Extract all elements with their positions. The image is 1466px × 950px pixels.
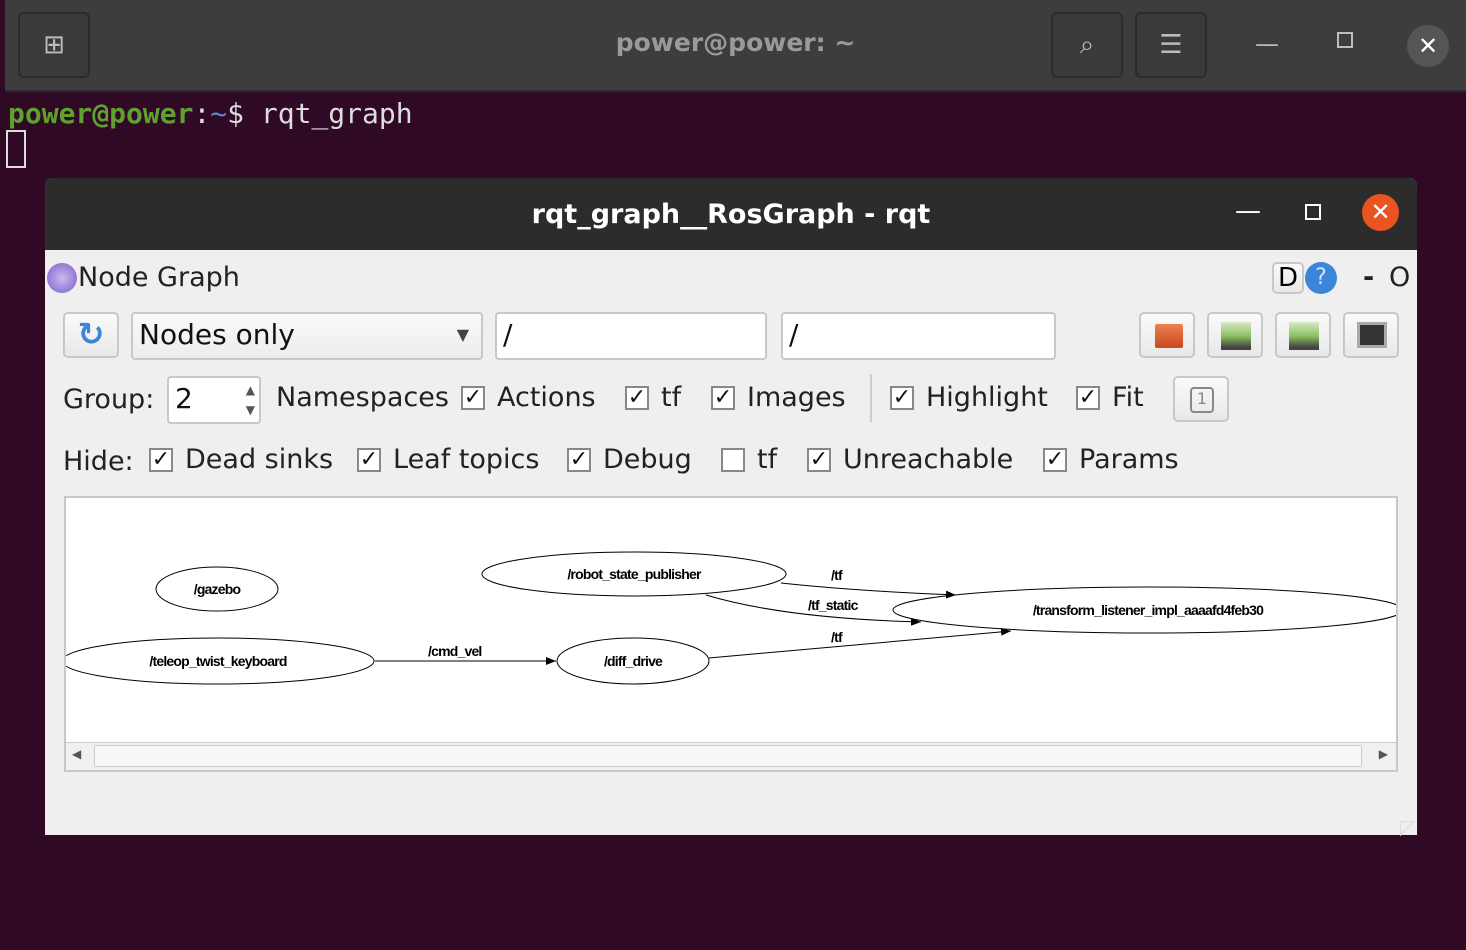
node-label: /transform_listener_impl_aaaafd4feb30 xyxy=(1033,602,1264,618)
graph-node[interactable]: /teleop_twist_keyboard xyxy=(66,637,375,685)
group-spinbox[interactable]: 2 ▲ ▼ xyxy=(167,376,261,424)
plugin-title: Node Graph xyxy=(78,262,240,293)
save-image-button[interactable] xyxy=(1343,312,1399,358)
checkbox-label[interactable]: Fit xyxy=(1112,382,1144,413)
checkbox-label[interactable]: Dead sinks xyxy=(185,444,333,475)
checkbox-label[interactable]: Leaf topics xyxy=(393,444,539,475)
checkbox-images[interactable]: ✓ xyxy=(711,386,735,410)
graph-edge[interactable]: /tf xyxy=(780,567,957,599)
scroll-right-icon[interactable]: ▶ xyxy=(1379,747,1388,761)
graph-edge[interactable]: /tf_static xyxy=(705,594,922,626)
node-label: /robot_state_publisher xyxy=(567,566,702,582)
node-label: /teleop_twist_keyboard xyxy=(149,653,286,669)
topic-filter-input[interactable]: / xyxy=(781,312,1056,360)
horizontal-scrollbar[interactable]: ◀ ▶ xyxy=(66,742,1396,770)
checkbox-unreachable[interactable]: ✓ xyxy=(807,448,831,472)
checkbox-label[interactable]: tf xyxy=(757,444,777,475)
close-icon[interactable]: ✕ xyxy=(1407,25,1449,67)
checkbox-label[interactable]: Highlight xyxy=(926,382,1048,413)
window-title: rqt_graph__RosGraph - rqt xyxy=(45,178,1417,250)
checkbox-leaf-topics[interactable]: ✓ xyxy=(357,448,381,472)
checkbox-tf[interactable] xyxy=(721,448,745,472)
node-graph-icon xyxy=(47,263,77,293)
hamburger-menu-icon[interactable]: ☰ xyxy=(1135,12,1207,78)
edge-label: /tf xyxy=(831,567,843,583)
checkbox-dead-sinks[interactable]: ✓ xyxy=(149,448,173,472)
dock-button[interactable]: D xyxy=(1272,262,1304,294)
prompt-path: ~ xyxy=(210,97,228,130)
group-label: Group: xyxy=(63,384,155,415)
checkbox-label[interactable]: Actions xyxy=(497,382,596,413)
maximize-icon[interactable] xyxy=(1337,32,1353,48)
terminal-cursor xyxy=(6,130,26,168)
checkbox-label[interactable]: Unreachable xyxy=(843,444,1013,475)
graph-edge[interactable]: /cmd_vel xyxy=(375,643,556,665)
load-dot-button[interactable] xyxy=(1139,312,1195,358)
checkbox-fit[interactable]: ✓ xyxy=(1076,386,1100,410)
help-icon[interactable]: ? xyxy=(1305,262,1337,294)
graph-mode-select[interactable]: Nodes only ▼ xyxy=(131,312,483,360)
checkbox-label[interactable]: Params xyxy=(1079,444,1179,475)
save-icon xyxy=(1221,322,1251,350)
terminal-prompt: power@power:~$ rqt_graph xyxy=(8,97,413,130)
prompt-symbol: $ xyxy=(227,97,245,130)
command-text: rqt_graph xyxy=(260,97,413,130)
checkbox-params[interactable]: ✓ xyxy=(1043,448,1067,472)
minimize-plugin-button[interactable]: - xyxy=(1363,262,1374,293)
checkbox-actions[interactable]: ✓ xyxy=(461,386,485,410)
resize-grip-icon[interactable]: ◸ xyxy=(1400,815,1415,839)
checkbox-highlight[interactable]: ✓ xyxy=(890,386,914,410)
node-label: /diff_drive xyxy=(604,653,663,669)
scroll-left-icon[interactable]: ◀ xyxy=(72,747,81,761)
search-icon[interactable]: ⌕ xyxy=(1051,12,1123,78)
chevron-down-icon: ▼ xyxy=(456,325,469,344)
graph-node[interactable]: /diff_drive xyxy=(556,637,710,685)
hide-label: Hide: xyxy=(63,446,134,477)
image-icon xyxy=(1357,322,1387,348)
save-dot-button[interactable] xyxy=(1207,312,1263,358)
node-label: /gazebo xyxy=(194,581,241,597)
fit-icon: 1 xyxy=(1190,387,1214,413)
graph-node[interactable]: /transform_listener_impl_aaaafd4feb30 xyxy=(892,586,1396,634)
checkbox-label[interactable]: tf xyxy=(661,382,681,413)
checkbox-label[interactable]: Namespaces xyxy=(276,382,449,413)
save-svg-button[interactable] xyxy=(1275,312,1331,358)
checkbox-tf[interactable]: ✓ xyxy=(625,386,649,410)
separator xyxy=(870,374,872,422)
edge-label: /cmd_vel xyxy=(428,643,482,659)
node-filter-input[interactable]: / xyxy=(495,312,767,360)
scrollbar-thumb[interactable] xyxy=(94,745,1362,767)
rqt-window: rqt_graph__RosGraph - rqt — ✕ Node Graph… xyxy=(45,178,1417,835)
prompt-user: power@power xyxy=(8,97,194,130)
fit-in-view-button[interactable]: 1 xyxy=(1173,376,1229,422)
graph-node[interactable]: /robot_state_publisher xyxy=(481,551,787,597)
maximize-icon[interactable] xyxy=(1305,204,1321,220)
graph-node[interactable]: /gazebo xyxy=(155,566,279,612)
graph-mode-value: Nodes only xyxy=(139,318,295,351)
minimize-icon[interactable]: — xyxy=(1255,30,1279,58)
edge-label: /tf xyxy=(831,629,843,645)
checkbox-label[interactable]: Images xyxy=(747,382,846,413)
checkbox-debug[interactable]: ✓ xyxy=(567,448,591,472)
graph-edge[interactable]: /tf xyxy=(708,627,1012,659)
save-icon xyxy=(1289,322,1319,350)
refresh-button[interactable]: ↻ xyxy=(63,312,119,358)
graph-canvas[interactable]: /gazebo /teleop_twist_keyboard /robot_st… xyxy=(64,496,1398,772)
close-icon[interactable]: ✕ xyxy=(1362,194,1399,231)
group-value: 2 xyxy=(175,382,193,415)
terminal-title: power@power: ~ xyxy=(615,28,856,57)
terminal-header: ⊞ power@power: ~ ⌕ ☰ — ✕ xyxy=(5,0,1466,92)
spin-arrows-icon[interactable]: ▲ ▼ xyxy=(246,380,255,420)
checkbox-label[interactable]: Debug xyxy=(603,444,692,475)
close-plugin-button[interactable]: O xyxy=(1389,262,1410,293)
prompt-sep: : xyxy=(193,97,211,130)
minimize-icon[interactable]: — xyxy=(1235,196,1261,226)
edge-label: /tf_static xyxy=(808,597,859,613)
folder-icon xyxy=(1155,324,1183,348)
